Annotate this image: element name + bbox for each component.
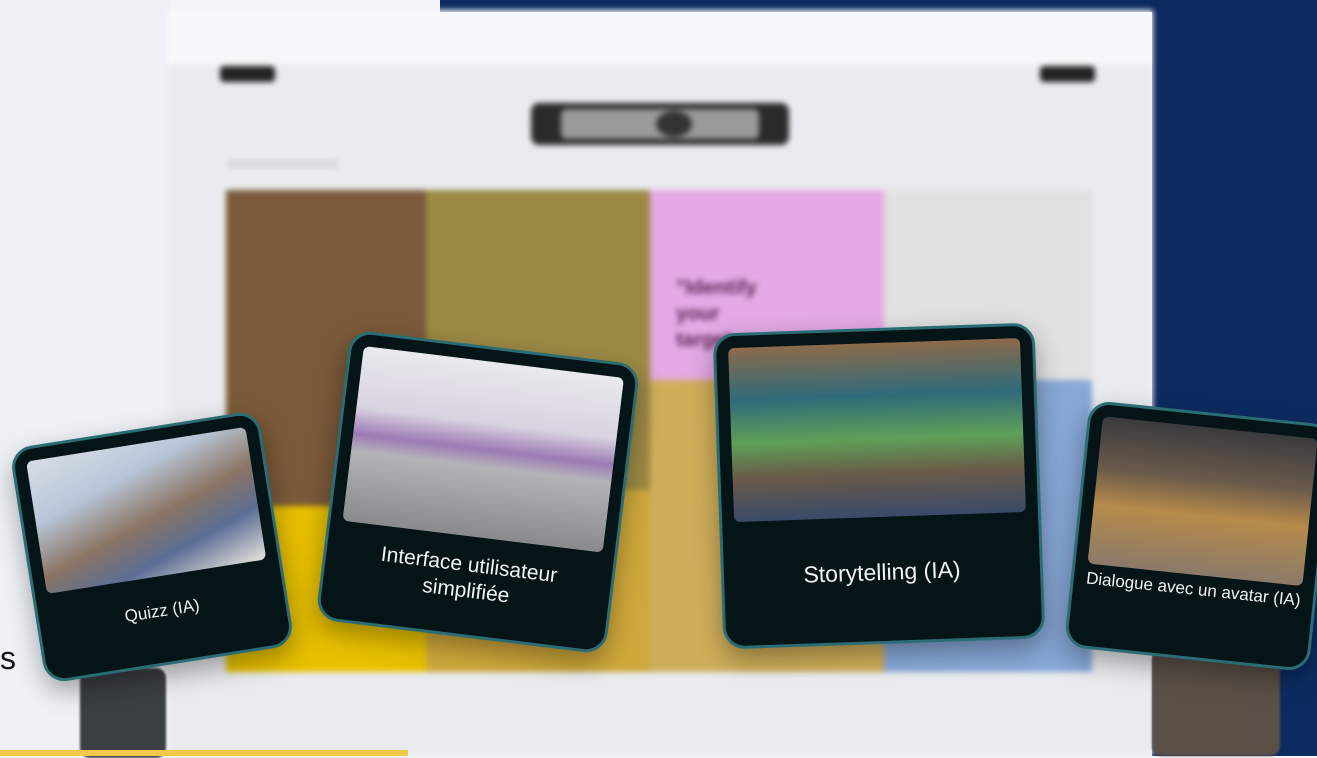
card-quizz-image [26,426,267,594]
card-dialogue-avatar-image [1087,416,1317,587]
card-interface-image [342,346,624,553]
camera-icon [531,103,789,145]
card-quizz[interactable]: Quizz (IA) [8,409,296,685]
camera-body [561,109,759,139]
stray-letter: s [0,640,16,676]
card-quizz-label: Quizz (IA) [123,595,201,626]
board-mark-right [1040,66,1095,82]
card-storytelling-label: Storytelling (IA) [802,556,962,588]
board-topbar [168,10,1153,65]
board-caption-placeholder [228,160,338,168]
card-interface-label: Interface utilisateur simplifiée [379,542,559,608]
card-dialogue-avatar[interactable]: Dialogue avec un avatar (IA) [1063,399,1317,673]
camera-lens [656,111,692,137]
yellow-strip [0,750,408,756]
phone-left-thumbnail [80,668,166,758]
card-interface[interactable]: Interface utilisateur simplifiée [315,329,641,655]
card-storytelling[interactable]: Storytelling (IA) [712,322,1046,650]
board-mark-left [220,66,275,82]
card-storytelling-image [728,337,1026,523]
